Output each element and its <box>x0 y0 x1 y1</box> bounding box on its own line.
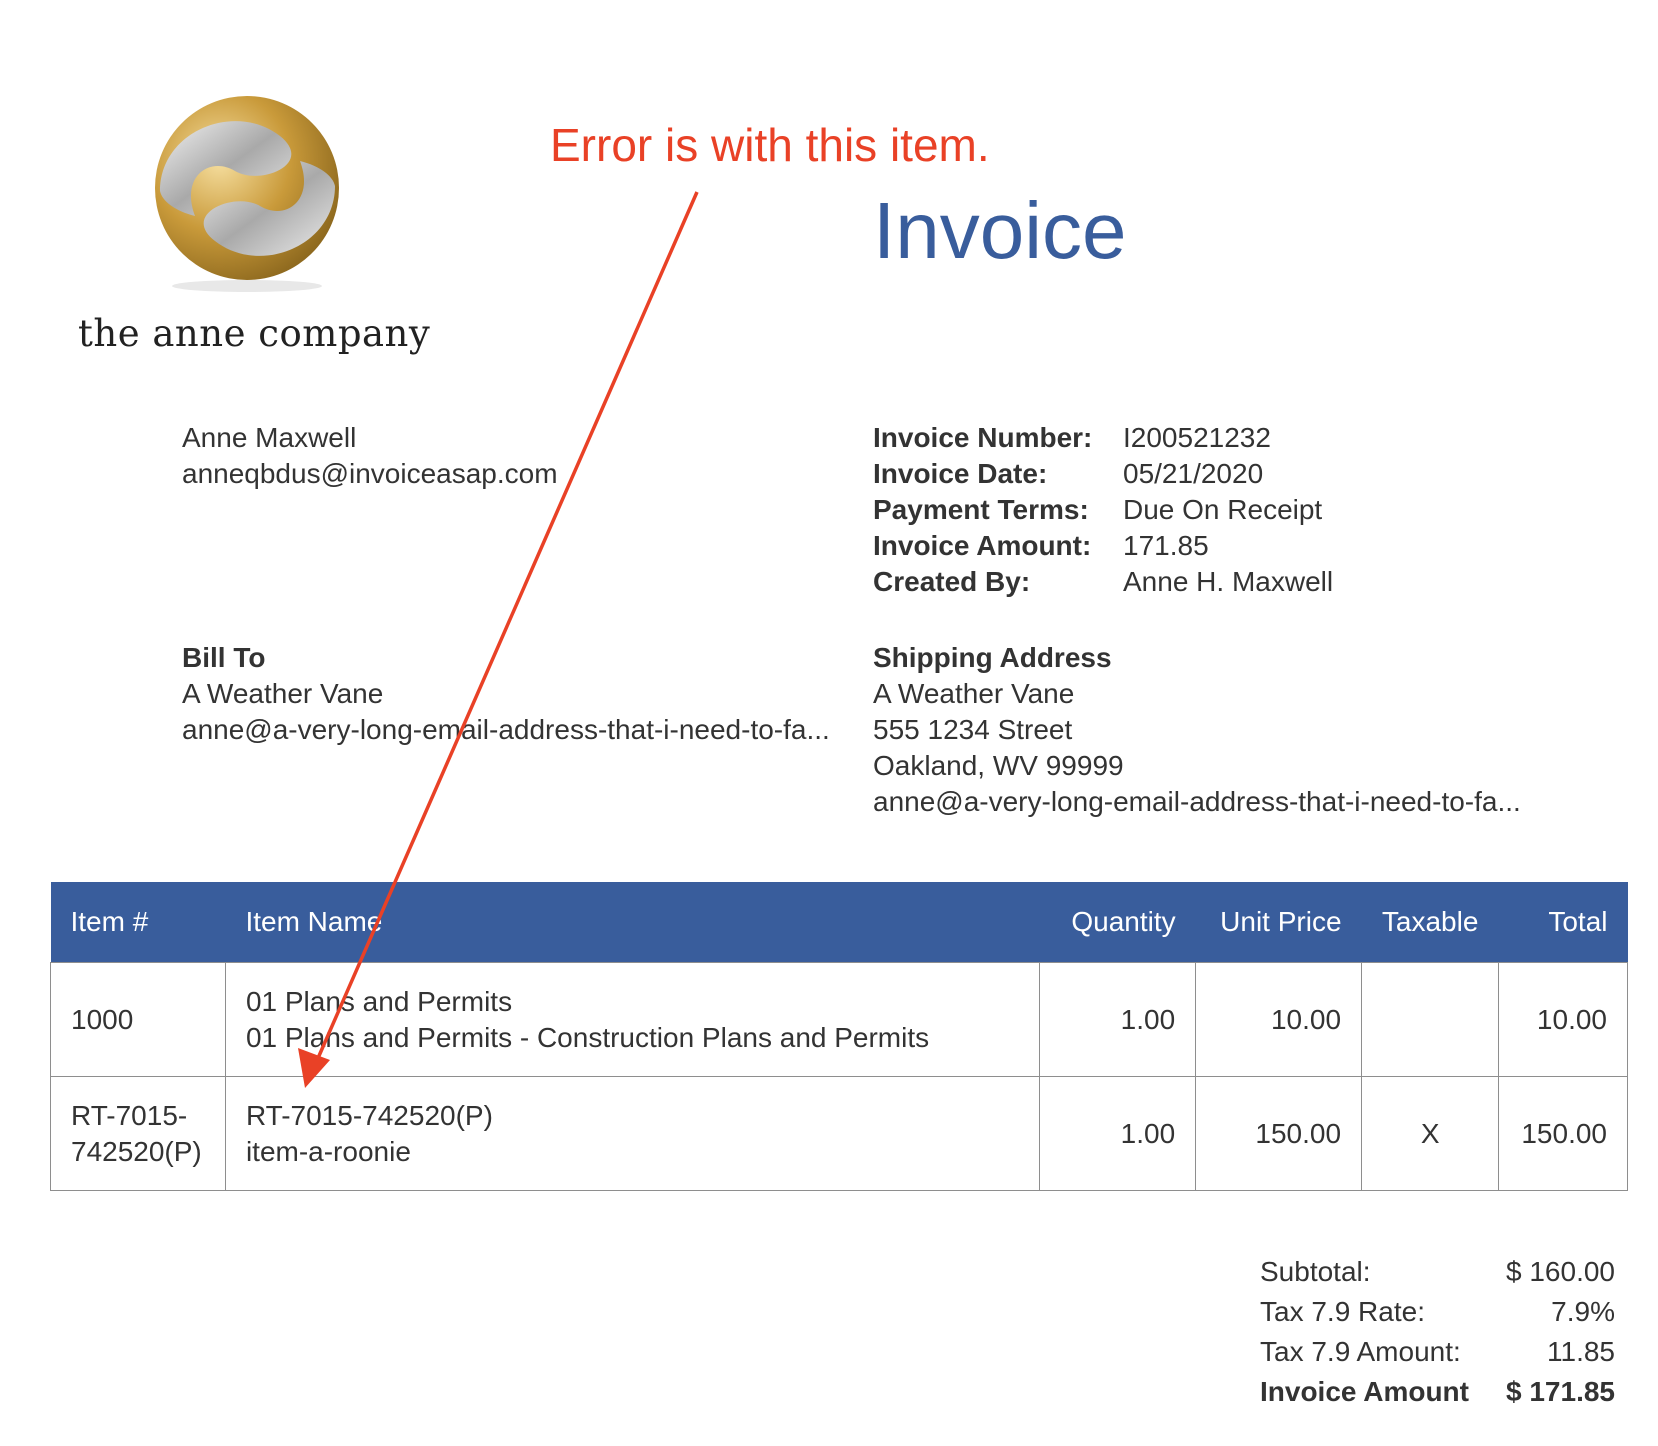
summary-value: 11.85 <box>1547 1336 1615 1367</box>
company-logo-icon <box>155 96 339 292</box>
item-description-line: item-a-roonie <box>245 1135 411 1167</box>
cell-item-name: 01 Plans and Permits 01 Plans and Permit… <box>224 962 1041 1077</box>
sender-block: Anne Maxwell anneqbdus@invoiceasap.com <box>182 420 558 492</box>
sender-name: Anne Maxwell <box>182 422 357 453</box>
invoice-meta: Invoice Number: I200521232 Invoice Date:… <box>873 420 1333 600</box>
meta-value: I200521232 <box>1123 422 1271 453</box>
meta-row: Payment Terms: Due On Receipt <box>873 492 1333 528</box>
meta-row: Invoice Number: I200521232 <box>873 420 1333 456</box>
header-quantity: Quantity <box>1039 882 1196 963</box>
shipping-block: Shipping Address A Weather Vane 555 1234… <box>873 640 1521 820</box>
header-total: Total <box>1498 882 1628 963</box>
meta-value: Due On Receipt <box>1123 494 1323 525</box>
cell-quantity: 1.00 <box>1039 962 1197 1077</box>
table-header-row: Item # Item Name Quantity Unit Price Tax… <box>50 882 1628 963</box>
item-description-line: 01 Plans and Permits - Construction Plan… <box>245 1021 930 1053</box>
summary-row: Subtotal: $ 160.00 <box>1260 1252 1615 1292</box>
cell-total: 150.00 <box>1498 1076 1628 1191</box>
cell-quantity: 1.00 <box>1039 1076 1197 1191</box>
shipping-city: Oakland, WV 99999 <box>873 750 1124 781</box>
summary-label: Subtotal: <box>1260 1256 1371 1287</box>
summary-row: Tax 7.9 Amount: 11.85 <box>1260 1332 1615 1372</box>
item-name-line: 01 Plans and Permits <box>245 985 513 1017</box>
bill-to-block: Bill To A Weather Vane anne@a-very-long-… <box>182 640 830 748</box>
meta-value: 05/21/2020 <box>1123 458 1264 489</box>
meta-label: Payment Terms: <box>873 494 1089 525</box>
header-item-name: Item Name <box>225 882 1040 963</box>
summary-label: Tax 7.9 Amount: <box>1260 1336 1461 1367</box>
shipping-street: 555 1234 Street <box>873 714 1073 745</box>
meta-label: Invoice Number: <box>873 422 1093 453</box>
summary-row-total: Invoice Amount $ 171.85 <box>1260 1372 1615 1412</box>
meta-value: Anne H. Maxwell <box>1123 566 1334 597</box>
item-number-line: RT-7015- <box>71 1099 188 1131</box>
cell-total: 10.00 <box>1498 962 1628 1077</box>
annotation-text: Error is with this item. <box>550 119 990 171</box>
meta-label: Created By: <box>873 566 1031 597</box>
meta-label: Invoice Amount: <box>873 530 1092 561</box>
item-number-line: 1000 <box>71 1003 134 1035</box>
meta-row: Invoice Date: 05/21/2020 <box>873 456 1333 492</box>
item-name-line: RT-7015-742520(P) <box>245 1099 493 1131</box>
cell-taxable: X <box>1361 1076 1500 1191</box>
summary-label: Invoice Amount <box>1260 1376 1469 1407</box>
cell-taxable <box>1361 962 1500 1077</box>
shipping-heading: Shipping Address <box>873 642 1112 673</box>
meta-value: 171.85 <box>1123 530 1209 561</box>
header-unit-price: Unit Price <box>1195 882 1362 963</box>
shipping-name: A Weather Vane <box>873 678 1075 709</box>
meta-row: Created By: Anne H. Maxwell <box>873 564 1333 600</box>
line-items-table: Item # Item Name Quantity Unit Price Tax… <box>50 882 1628 1191</box>
meta-label: Invoice Date: <box>873 458 1048 489</box>
sender-email: anneqbdus@invoiceasap.com <box>182 458 558 489</box>
cell-item-number: RT-7015- 742520(P) <box>50 1076 226 1191</box>
meta-row: Invoice Amount: 171.85 <box>873 528 1333 564</box>
summary-value: 7.9% <box>1551 1296 1615 1327</box>
cell-item-number: 1000 <box>50 962 226 1077</box>
summary-value: $ 171.85 <box>1506 1376 1615 1407</box>
summary-value: $ 160.00 <box>1506 1256 1615 1287</box>
summary-row: Tax 7.9 Rate: 7.9% <box>1260 1292 1615 1332</box>
header-item-number: Item # <box>50 882 226 963</box>
bill-to-heading: Bill To <box>182 642 266 673</box>
totals-summary: Subtotal: $ 160.00 Tax 7.9 Rate: 7.9% Ta… <box>1260 1252 1615 1412</box>
shipping-email: anne@a-very-long-email-address-that-i-ne… <box>873 786 1521 817</box>
item-number-line: 742520(P) <box>71 1135 202 1167</box>
summary-label: Tax 7.9 Rate: <box>1260 1296 1425 1327</box>
table-row: RT-7015- 742520(P) RT-7015-742520(P) ite… <box>50 1076 1628 1191</box>
cell-unit-price: 150.00 <box>1195 1076 1363 1191</box>
company-name: the anne company <box>78 312 431 355</box>
cell-unit-price: 10.00 <box>1195 962 1363 1077</box>
bill-to-name: A Weather Vane <box>182 678 384 709</box>
header-taxable: Taxable <box>1361 882 1499 963</box>
table-row: 1000 01 Plans and Permits 01 Plans and P… <box>50 962 1628 1077</box>
cell-item-name: RT-7015-742520(P) item-a-roonie <box>224 1076 1041 1191</box>
invoice-title: Invoice <box>873 186 1127 275</box>
bill-to-email: anne@a-very-long-email-address-that-i-ne… <box>182 714 830 745</box>
